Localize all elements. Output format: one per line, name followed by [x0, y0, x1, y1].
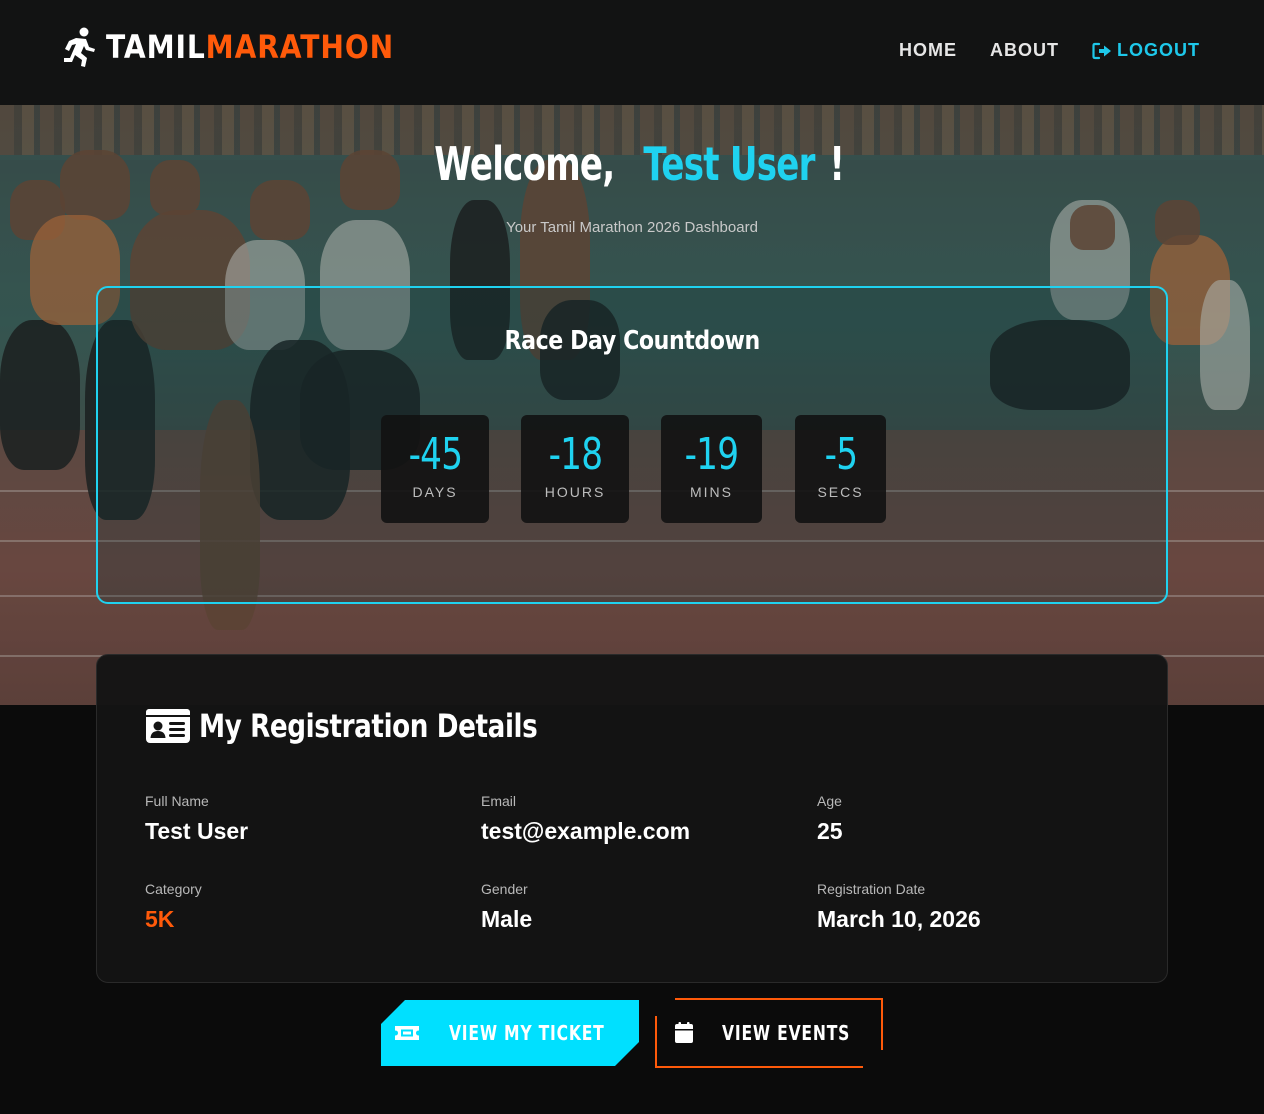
- countdown-hours-label: HOURS: [544, 484, 606, 500]
- race-countdown-panel: Race Day Countdown -45 DAYS -18 HOURS -1…: [96, 286, 1168, 604]
- field-registration-date-value: March 10, 2026: [817, 906, 981, 932]
- registration-card-header: My Registration Details: [145, 707, 612, 745]
- sign-out-icon: [1092, 42, 1111, 59]
- field-email: Email test@example.com: [481, 793, 801, 845]
- countdown-title: Race Day Countdown: [504, 326, 760, 356]
- nav-logout-link[interactable]: LOGOUT: [1092, 40, 1200, 61]
- welcome-user-name: Test User: [642, 137, 815, 191]
- countdown-secs-value: -5: [824, 429, 857, 480]
- ticket-icon: [393, 1022, 421, 1044]
- field-category-label: Category: [145, 881, 202, 897]
- view-ticket-label: VIEW MY TICKET: [449, 1021, 605, 1045]
- id-card-icon: [146, 709, 190, 743]
- countdown-mins-value: -19: [684, 429, 740, 480]
- brand-name-part2: MARATHON: [205, 28, 395, 66]
- countdown-secs-label: SECS: [817, 484, 864, 500]
- welcome-suffix: !: [828, 137, 845, 191]
- logout-label: LOGOUT: [1117, 40, 1200, 60]
- field-full-name: Full Name Test User: [145, 793, 465, 845]
- field-age-label: Age: [817, 793, 842, 809]
- field-category-value: 5K: [145, 906, 175, 932]
- view-events-button[interactable]: VIEW EVENTS: [655, 998, 883, 1068]
- top-navbar: TAMILMARATHON HOME ABOUT LOGOUT: [0, 0, 1264, 105]
- view-ticket-button[interactable]: VIEW MY TICKET: [381, 1000, 639, 1066]
- countdown-mins: -19 MINS: [661, 415, 762, 523]
- registration-card-title: My Registration Details: [199, 707, 538, 745]
- field-registration-date-label: Registration Date: [817, 881, 926, 897]
- field-age-value: 25: [817, 818, 843, 844]
- field-registration-date: Registration Date March 10, 2026: [817, 881, 1137, 933]
- countdown-hours: -18 HOURS: [521, 415, 629, 523]
- brand-name-part1: TAMIL: [106, 28, 206, 66]
- brand-logo[interactable]: TAMILMARATHON: [62, 27, 433, 67]
- running-person-icon: [64, 27, 95, 67]
- welcome-heading: Welcome, Test User!: [0, 137, 1264, 191]
- countdown-days-label: DAYS: [412, 484, 458, 500]
- nav-about-link[interactable]: ABOUT: [990, 40, 1059, 61]
- countdown-days-value: -45: [408, 429, 463, 480]
- field-category: Category 5K: [145, 881, 465, 933]
- field-email-label: Email: [481, 793, 517, 809]
- field-age: Age 25: [817, 793, 1137, 845]
- nav-links: HOME ABOUT LOGOUT: [899, 40, 1200, 61]
- countdown-secs: -5 SECS: [795, 415, 886, 523]
- nav-home-link[interactable]: HOME: [899, 40, 957, 61]
- countdown-hours-value: -18: [548, 429, 603, 480]
- field-email-value: test@example.com: [481, 818, 691, 844]
- field-gender-value: Male: [481, 906, 533, 932]
- countdown-days: -45 DAYS: [381, 415, 489, 523]
- calendar-icon: [674, 1022, 693, 1043]
- dashboard-subtitle: Your Tamil Marathon 2026 Dashboard: [506, 219, 758, 236]
- field-full-name-label: Full Name: [145, 793, 209, 809]
- welcome-prefix: Welcome,: [433, 137, 615, 191]
- field-full-name-value: Test User: [145, 818, 249, 844]
- brand-name: TAMILMARATHON: [106, 28, 394, 66]
- field-gender-label: Gender: [481, 881, 528, 897]
- registration-details-card: My Registration Details Full Name Test U…: [96, 654, 1168, 983]
- countdown-mins-label: MINS: [690, 484, 733, 500]
- view-events-label: VIEW EVENTS: [721, 1021, 851, 1045]
- field-gender: Gender Male: [481, 881, 801, 933]
